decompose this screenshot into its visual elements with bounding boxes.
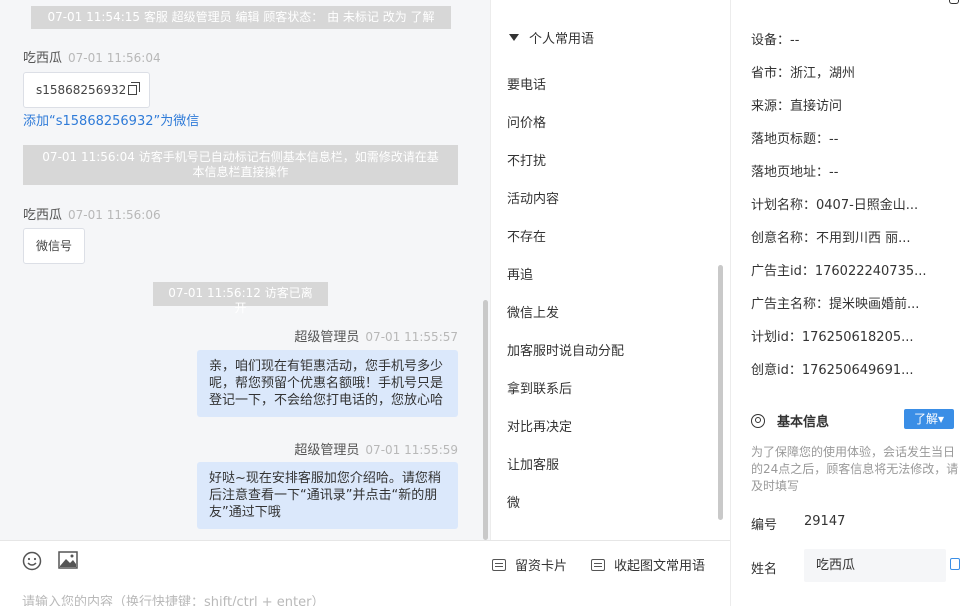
add-wechat-link[interactable]: 添加“s15868256932”为微信 [23,110,199,129]
phrase-item[interactable]: 问价格 [507,112,546,131]
bubble-line: 后注意查看一下“通讯录”并点击“新的朋 [209,488,438,503]
reply-bubble: 好哒~现在安排客服加您介绍哈。请您稍 后注意查看一下“通讯录”并点击“新的朋 友… [197,462,458,529]
message-time: 07-01 11:56:06 [68,208,161,222]
phrase-item[interactable]: 活动内容 [507,188,559,207]
bubble-line: 亲，咱们现在有钜惠活动，您手机号多少 [209,359,444,374]
customer-info-panel: 设备：-- 省市：浙江，湖州 来源：直接访问 落地页标题：-- 落地页地址：--… [730,0,974,606]
reply-bubble: 亲，咱们现在有钜惠活动，您手机号多少 呢，帮您预留个优惠名额哦！手机号只是 登记… [197,350,458,417]
phrase-item[interactable]: 拿到联系后 [507,378,572,397]
customer-id-value: 29147 [804,514,846,529]
phrase-item[interactable]: 要电话 [507,74,546,93]
customer-name-label: 姓名 [751,562,778,577]
info-plan-id: 计划id：176250618205... [751,330,914,345]
message-sender: 吃西瓜 07-01 11:56:06 [23,204,161,223]
sender-name: 吃西瓜 [23,208,63,223]
lead-card-label: 留资卡片 [515,559,568,574]
phrases-panel: 个人常用语 要电话 问价格 不打扰 活动内容 不存在 再追 微信上发 加客服时说… [490,0,730,540]
status-dropdown[interactable]: 了解▾ [904,409,954,429]
message-time: 07-01 11:55:59 [365,443,458,457]
edit-notice: 为了保障您的使用体验，会话发生当日的24点之后，顾客信息将无法修改，请及时填写 [751,445,959,493]
bubble-line: 呢，帮您预留个优惠名额哦！手机号只是 [209,376,444,391]
phrases-icon [591,558,605,571]
phrase-item[interactable]: 不存在 [507,226,546,245]
info-advertiser-name: 广告主名称：提米映画婚前... [751,297,920,312]
chat-panel: 07-01 11:54:15 客服 超级管理员 编辑 顾客状态： 由 未标记 改… [0,0,490,540]
customer-id-label: 编号 [751,518,778,533]
sender-name: 超级管理员 [294,330,360,345]
info-source: 来源：直接访问 [751,99,843,114]
collapse-phrases-label: 收起图文常用语 [614,559,706,574]
info-page-url: 落地页地址：-- [751,165,839,180]
copy-icon[interactable] [128,82,141,95]
sender-name: 吃西瓜 [23,51,63,66]
copy-icon[interactable] [950,558,960,570]
info-page-title: 落地页标题：-- [751,132,839,147]
basic-info-title: 基本信息 [777,415,830,430]
system-line: 07-01 11:56:04 访客手机号已自动标记右侧基本信息栏，如需修改请在基 [42,150,439,164]
edit-icon[interactable] [949,0,959,4]
bubble-line: 友”通过下哦 [209,505,281,520]
message-input[interactable]: 请输入您的内容（换行快捷键：shift/ctrl + enter） [22,591,325,606]
system-line: 本信息栏直接操作 [192,165,289,179]
info-idea-id: 创意id：176250649691... [751,363,914,378]
info-advertiser-id: 广告主id：176022240735... [751,264,927,279]
bubble-line: 好哒~现在安排客服加您介绍哈。请您稍 [209,471,441,486]
image-icon[interactable] [58,551,78,573]
phone-number: s15868256932 [36,83,127,97]
wechat-card[interactable]: 微信号 [23,228,86,264]
phrase-item[interactable]: 对比再决定 [507,416,572,435]
reply-sender: 超级管理员 07-01 11:55:59 [250,439,458,458]
message-time: 07-01 11:55:57 [365,330,458,344]
phrases-scrollbar[interactable] [718,265,723,520]
user-icon [751,413,765,428]
phrases-group-title: 个人常用语 [529,32,595,47]
phrase-item[interactable]: 再追 [507,264,533,283]
collapse-phrases-button[interactable]: 收起图文常用语 [591,555,705,574]
triangle-down-icon [509,34,519,41]
phrase-item[interactable]: 微信上发 [507,302,559,321]
customer-name-field[interactable]: 吃西瓜 [804,549,946,582]
lead-card-button[interactable]: 留资卡片 [492,555,567,574]
reply-sender: 超级管理员 07-01 11:55:57 [250,326,458,345]
phrase-item[interactable]: 不打扰 [507,150,546,169]
system-message-auto-tag: 07-01 11:56:04 访客手机号已自动标记右侧基本信息栏，如需修改请在基… [23,145,458,185]
system-message: 07-01 11:54:15 客服 超级管理员 编辑 顾客状态： 由 未标记 改… [31,6,451,29]
message-time: 07-01 11:56:04 [68,51,161,65]
message-sender: 吃西瓜 07-01 11:56:04 [23,47,161,66]
system-message-left: 07-01 11:56:12 访客已离开 [153,282,328,315]
phrase-item[interactable]: 加客服时说自动分配 [507,340,624,359]
phrase-item[interactable]: 微 [507,492,520,511]
info-plan-name: 计划名称：0407-日照金山... [751,198,919,213]
basic-info-header: 基本信息 [751,411,829,430]
sender-name: 超级管理员 [294,443,360,458]
chat-scrollbar[interactable] [483,300,488,540]
message-input-area: 留资卡片 收起图文常用语 请输入您的内容（换行快捷键：shift/ctrl + … [0,540,730,606]
phrase-item[interactable]: 让加客服 [507,454,559,473]
bubble-line: 登记一下，不会给您打电话的，您放心哈 [209,393,444,408]
phrases-group-header[interactable]: 个人常用语 [509,28,594,47]
phone-card[interactable]: s15868256932 [23,72,151,108]
info-device: 设备：-- [751,33,800,48]
emoji-icon[interactable] [22,551,42,575]
info-idea-name: 创意名称：不用到川西 丽... [751,231,911,246]
info-region: 省市：浙江，湖州 [751,66,856,81]
card-icon [492,558,506,571]
